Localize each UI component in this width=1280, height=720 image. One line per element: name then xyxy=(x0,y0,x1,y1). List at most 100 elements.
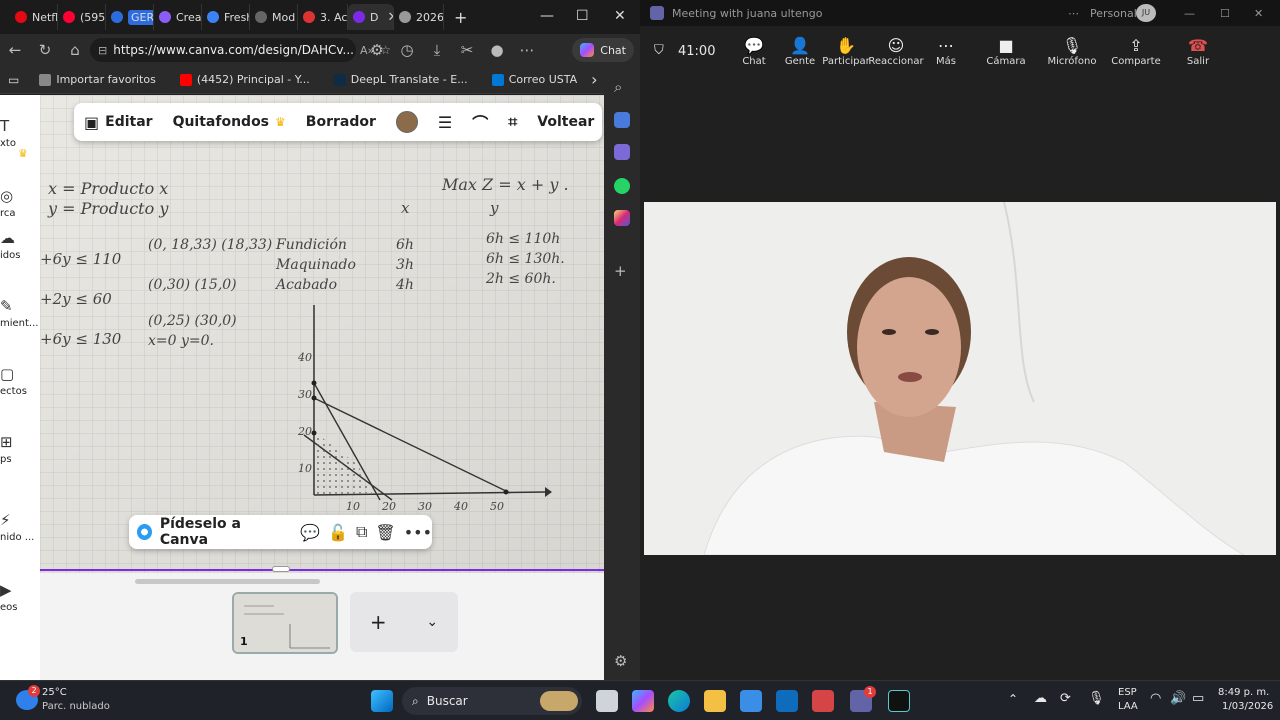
search-glass-icon: ⌕ xyxy=(412,693,419,708)
lang-top[interactable]: ESP xyxy=(1118,687,1137,698)
close-window-icon[interactable]: ✕ xyxy=(614,8,626,24)
new-tab-icon[interactable]: + xyxy=(454,8,467,27)
tab-8[interactable]: 2026 xyxy=(394,4,444,30)
edit-button[interactable]: ▣ Editar xyxy=(74,113,163,132)
page-thumbnail[interactable]: 1 xyxy=(232,592,338,654)
avatar[interactable]: JU xyxy=(1136,4,1156,22)
rail-item-4[interactable]: ✎ mient... xyxy=(0,297,40,329)
mic-tray-icon[interactable]: 🎙 xyxy=(1088,691,1105,706)
sidebar-settings-icon[interactable]: ⚙ xyxy=(614,652,630,670)
extensions-icon[interactable]: ⚙ xyxy=(362,41,392,59)
site-info-icon[interactable]: ⊟ xyxy=(98,44,107,57)
search-icon[interactable]: ⌕ xyxy=(614,78,630,96)
bookmark-0[interactable]: Importar favoritos xyxy=(29,73,165,86)
horizontal-scrollbar[interactable] xyxy=(135,579,320,584)
duplicate-icon[interactable]: ⧉ xyxy=(356,522,367,542)
lock-icon[interactable]: 🔓 xyxy=(328,523,348,542)
tab-5[interactable]: Mod xyxy=(250,4,298,30)
clock-time[interactable]: 8:49 p. m. xyxy=(1218,687,1269,698)
meeting-close-icon[interactable]: ✕ xyxy=(1254,7,1263,20)
bookmark-1[interactable]: (4452) Principal - Y... xyxy=(170,73,320,86)
meeting-button-cámara[interactable]: ■ Cámara xyxy=(976,36,1036,67)
meeting-button-más[interactable]: ⋯ Más xyxy=(916,36,976,67)
shopping-tag-icon[interactable] xyxy=(614,112,630,128)
instagram-icon[interactable] xyxy=(614,210,630,226)
bookmark-3[interactable]: Correo USTA xyxy=(482,73,587,86)
copilot-taskbar-icon[interactable] xyxy=(632,690,654,712)
edge-icon[interactable] xyxy=(668,690,690,712)
bookmark-2[interactable]: DeepL Translate - E... xyxy=(324,73,478,86)
download-icon[interactable]: ⤓ xyxy=(422,41,452,59)
rail-item-1[interactable]: ♛ xyxy=(0,147,40,163)
more-icon[interactable]: ⋯ xyxy=(512,41,542,59)
crop-button[interactable]: ⌗ xyxy=(498,112,527,132)
meeting-button-salir[interactable]: ☎ Salir xyxy=(1168,36,1228,67)
lang-bottom[interactable]: LAA xyxy=(1118,701,1138,712)
meeting-minimize-icon[interactable]: — xyxy=(1184,7,1195,20)
address-bar[interactable]: ⊟ https://www.canva.com/design/DAHCv... … xyxy=(90,38,391,62)
start-icon[interactable] xyxy=(371,690,393,712)
resize-handle[interactable] xyxy=(272,566,290,572)
trash-icon[interactable]: 🗑 xyxy=(375,523,395,542)
taskbar-search[interactable]: ⌕ Buscar xyxy=(402,687,582,715)
rail-item-3[interactable]: ☁ idos xyxy=(0,229,40,261)
back-icon[interactable]: ← xyxy=(0,41,30,59)
outlook-icon[interactable] xyxy=(776,690,798,712)
rail-item-5[interactable]: ▢ ectos xyxy=(0,365,40,397)
battery-icon[interactable]: ▭ xyxy=(1192,691,1204,706)
tab-4[interactable]: Fresh xyxy=(202,4,250,30)
reload-icon[interactable]: ↻ xyxy=(30,41,60,59)
tab-3[interactable]: Crea xyxy=(154,4,202,30)
sync-icon[interactable]: ⟳ xyxy=(1060,691,1071,706)
ask-canva-button[interactable]: Pídeselo a Canva xyxy=(160,516,284,548)
screenshot-icon[interactable]: ✂ xyxy=(452,41,482,59)
file-explorer-icon[interactable] xyxy=(704,690,726,712)
bg-remove-button[interactable]: Quitafondos ♛ xyxy=(163,114,296,130)
task-view-icon[interactable] xyxy=(596,690,618,712)
more-titlebar-icon[interactable]: ⋯ xyxy=(1068,7,1079,20)
meeting-button-comparte[interactable]: ⇪ Comparte xyxy=(1106,36,1166,67)
tab-0[interactable]: Netfl xyxy=(10,4,58,30)
tray-chevron-icon[interactable]: ⌃ xyxy=(1008,692,1018,706)
eraser-button[interactable]: Borrador xyxy=(296,114,386,130)
rail-item-7[interactable]: ⚡ nido ... xyxy=(0,511,40,543)
add-page-button[interactable]: + ⌄ xyxy=(350,592,458,652)
minimize-icon[interactable]: — xyxy=(540,8,554,24)
more-options-icon[interactable]: ••• xyxy=(404,523,432,542)
meeting-maximize-icon[interactable]: ☐ xyxy=(1220,7,1230,20)
maximize-icon[interactable]: ☐ xyxy=(576,8,589,24)
sidebar-toggle-icon[interactable]: ▭ xyxy=(8,73,19,87)
profile-icon[interactable]: ● xyxy=(482,41,512,59)
meeting-button-label: Salir xyxy=(1186,56,1210,67)
comment-icon[interactable]: 💬 xyxy=(300,523,320,542)
curve-button[interactable]: ⌒ xyxy=(462,110,498,134)
add-sidebar-icon[interactable]: + xyxy=(614,262,630,280)
tools-icon[interactable] xyxy=(614,144,630,160)
clock-date[interactable]: 1/03/2026 xyxy=(1222,701,1273,712)
meeting-button-micrófono[interactable]: 🎙 Micrófono xyxy=(1042,36,1102,67)
rail-item-8[interactable]: ▶ eos xyxy=(0,581,40,613)
rail-item-0[interactable]: Txto xyxy=(0,117,40,149)
tab-1[interactable]: (595) xyxy=(58,4,106,30)
flip-button[interactable]: Voltear xyxy=(527,114,604,130)
history-icon[interactable]: ◷ xyxy=(392,41,422,59)
tab-7[interactable]: D✕ xyxy=(348,4,394,30)
volume-icon[interactable]: 🔊 xyxy=(1170,691,1186,706)
terminal-icon[interactable] xyxy=(888,690,910,712)
chevron-down-icon[interactable]: ⌄ xyxy=(426,614,438,630)
rail-item-2[interactable]: ◎ rca xyxy=(0,187,40,219)
line-weight-button[interactable]: ☰ xyxy=(428,113,462,132)
notebook-photo[interactable]: x = Producto x y = Producto y Max Z = x … xyxy=(40,95,604,573)
store-icon[interactable] xyxy=(740,690,762,712)
bookmarks-more-icon[interactable]: › xyxy=(591,70,597,89)
copilot-chat-button[interactable]: Chat xyxy=(572,38,634,62)
photos-icon[interactable] xyxy=(812,690,834,712)
rail-item-6[interactable]: ⊞ ps xyxy=(0,433,40,465)
whatsapp-icon[interactable] xyxy=(614,178,630,194)
tab-6[interactable]: 3. Ac xyxy=(298,4,348,30)
wifi-icon[interactable]: ◠ xyxy=(1150,691,1161,706)
onedrive-icon[interactable]: ☁ xyxy=(1034,691,1047,706)
tab-2[interactable]: GERE xyxy=(106,4,154,30)
home-icon[interactable]: ⌂ xyxy=(60,41,90,59)
color-button[interactable] xyxy=(386,111,428,133)
